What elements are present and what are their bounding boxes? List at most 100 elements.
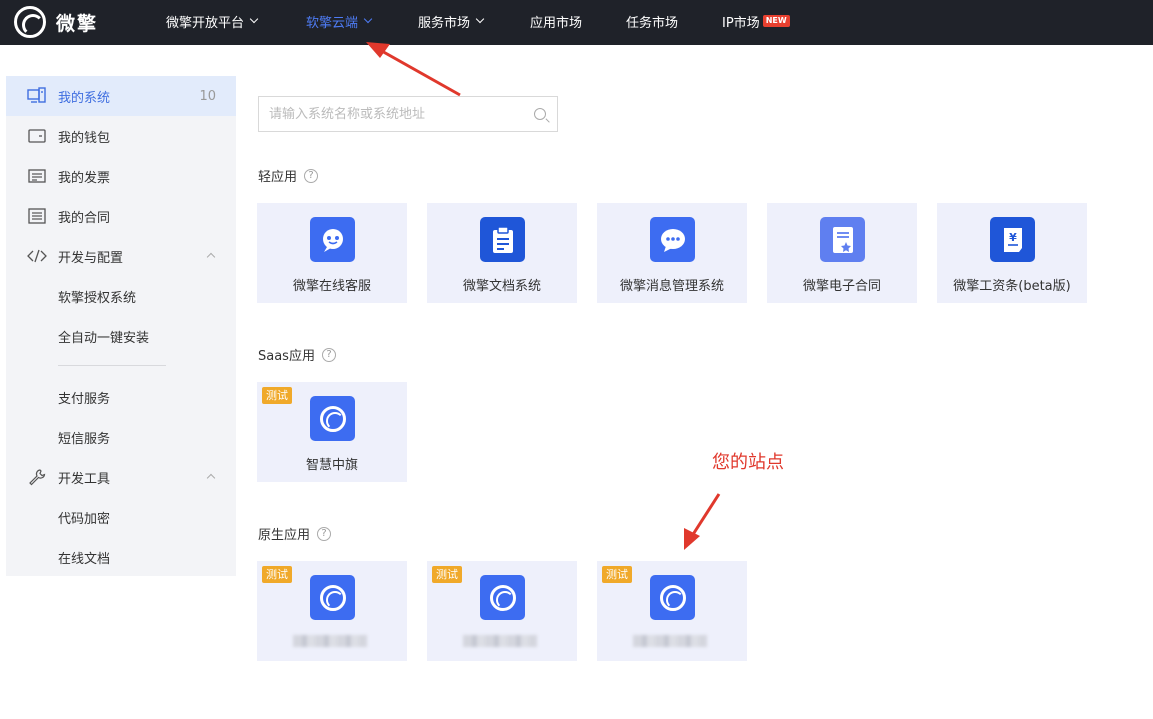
code-icon	[27, 246, 47, 266]
search-input[interactable]	[269, 97, 529, 131]
chevron-down-icon	[475, 14, 485, 24]
test-tag: 测试	[602, 566, 632, 583]
sidebar-item-label: 短信服务	[58, 431, 111, 447]
sidebar-item-label: 软擎授权系统	[58, 290, 137, 306]
sidebar-item-dev-tools[interactable]: 开发工具	[6, 457, 236, 497]
app-card-payslip[interactable]: ¥ 微擎工资条(beta版)	[937, 203, 1087, 303]
sidebar-item-wallet[interactable]: 我的钱包	[6, 116, 236, 156]
sidebar-item-label: 我的钱包	[58, 130, 111, 146]
sidebar-item-online-docs[interactable]: 在线文档	[6, 537, 236, 577]
section-title-text: 轻应用	[258, 170, 298, 185]
sidebar-item-label: 全自动一键安装	[58, 330, 150, 346]
nav-cloud[interactable]: 软擎云端	[306, 12, 373, 31]
help-icon[interactable]: ?	[304, 168, 319, 183]
app-card-messages[interactable]: 微擎消息管理系统	[597, 203, 747, 303]
nav-task-market[interactable]: 任务市场	[626, 12, 679, 31]
sidebar-item-dev-config[interactable]: 开发与配置	[6, 236, 236, 276]
app-card-native-1[interactable]: 测试	[257, 561, 407, 661]
blurred-site-name	[463, 635, 537, 647]
sidebar-item-label: 开发与配置	[58, 250, 124, 266]
clipboard-icon	[480, 217, 525, 262]
section-title-native: 原生应用 ?	[258, 524, 332, 543]
arrow-to-nav	[366, 42, 461, 97]
invoice-icon	[27, 166, 47, 186]
nav-app-market[interactable]: 应用市场	[530, 12, 582, 31]
sidebar-item-license-system[interactable]: 软擎授权系统	[6, 276, 236, 316]
logo-icon	[14, 6, 46, 38]
app-card-native-3[interactable]: 测试	[597, 561, 747, 661]
brand-name: 微擎	[56, 12, 99, 35]
payslip-icon: ¥	[990, 217, 1035, 262]
sidebar-item-contract[interactable]: 我的合同	[6, 196, 236, 236]
sidebar-item-label: 代码加密	[58, 511, 111, 527]
sidebar-item-auto-install[interactable]: 全自动一键安装	[6, 316, 236, 356]
app-logo-icon	[480, 575, 525, 620]
app-logo-icon	[650, 575, 695, 620]
app-logo-icon	[310, 575, 355, 620]
sidebar-item-sms[interactable]: 短信服务	[6, 417, 236, 457]
blurred-site-name	[633, 635, 707, 647]
wrench-icon	[27, 467, 47, 487]
nav-ip-market[interactable]: IP市场 NEW	[722, 12, 790, 31]
test-tag: 测试	[432, 566, 462, 583]
system-search	[258, 96, 558, 132]
sidebar-item-label: 开发工具	[58, 471, 111, 487]
section-title-text: Saas应用	[258, 349, 315, 364]
systems-count: 10	[199, 88, 216, 104]
svg-text:¥: ¥	[1009, 231, 1017, 244]
nav-label: IP市场	[722, 15, 760, 31]
sidebar: 我的系统 10 我的钱包 我的发票 我的合同 开发与配置 软擎授权系统 全自动一…	[6, 76, 236, 576]
app-card-e-contract[interactable]: 微擎电子合同	[767, 203, 917, 303]
sidebar-item-code-encrypt[interactable]: 代码加密	[6, 497, 236, 537]
nav-label: 任务市场	[626, 15, 679, 31]
app-card-label: 微擎工资条(beta版)	[953, 279, 1071, 294]
nav-label: 服务市场	[418, 15, 471, 31]
sidebar-item-invoice[interactable]: 我的发票	[6, 156, 236, 196]
sidebar-item-label: 支付服务	[58, 391, 111, 407]
section-title-light: 轻应用 ?	[258, 166, 319, 185]
sidebar-item-my-systems[interactable]: 我的系统 10	[6, 76, 236, 116]
contract-icon	[27, 206, 47, 226]
sidebar-item-payment[interactable]: 支付服务	[6, 377, 236, 417]
app-card-native-2[interactable]: 测试	[427, 561, 577, 661]
sidebar-item-label: 在线文档	[58, 551, 111, 567]
blurred-site-name	[293, 635, 367, 647]
chevron-down-icon	[363, 14, 373, 24]
new-badge: NEW	[762, 15, 790, 27]
help-icon[interactable]: ?	[317, 526, 332, 541]
message-icon	[650, 217, 695, 262]
top-navbar: 微擎 微擎开放平台 软擎云端 服务市场 应用市场 任务市场 IP市场 NEW	[0, 0, 1153, 45]
chevron-up-icon	[206, 473, 216, 483]
sidebar-item-label: 我的合同	[58, 210, 111, 226]
systems-icon	[27, 86, 47, 106]
help-icon[interactable]: ?	[321, 347, 336, 362]
app-card-label: 智慧中旗	[305, 458, 358, 473]
app-card-label: 微擎在线客服	[292, 279, 371, 294]
certificate-icon	[820, 217, 865, 262]
app-card-customer-service[interactable]: 微擎在线客服	[257, 203, 407, 303]
sidebar-item-label: 我的发票	[58, 170, 111, 186]
test-tag: 测试	[262, 387, 292, 404]
test-tag: 测试	[262, 566, 292, 583]
annotation-text: 您的站点	[712, 452, 784, 473]
arrow-to-site	[684, 493, 721, 550]
search-icon[interactable]	[534, 108, 546, 120]
nav-label: 软擎云端	[306, 15, 359, 31]
sidebar-item-label: 我的系统	[58, 90, 111, 106]
app-card-label: 微擎电子合同	[802, 279, 881, 294]
nav-open-platform[interactable]: 微擎开放平台	[166, 12, 259, 31]
section-title-saas: Saas应用 ?	[258, 345, 336, 364]
chat-bot-icon	[310, 217, 355, 262]
brand-logo[interactable]: 微擎	[14, 6, 98, 38]
chevron-down-icon	[249, 14, 259, 24]
app-card-label: 微擎文档系统	[462, 279, 541, 294]
wallet-icon	[27, 126, 47, 146]
app-card-label: 微擎消息管理系统	[619, 279, 724, 294]
nav-service-market[interactable]: 服务市场	[418, 12, 485, 31]
app-card-zhihui[interactable]: 测试 智慧中旗	[257, 382, 407, 482]
chevron-up-icon	[206, 252, 216, 262]
app-card-docs[interactable]: 微擎文档系统	[427, 203, 577, 303]
app-logo-icon	[310, 396, 355, 441]
section-title-text: 原生应用	[258, 528, 311, 543]
sidebar-divider	[58, 365, 166, 366]
